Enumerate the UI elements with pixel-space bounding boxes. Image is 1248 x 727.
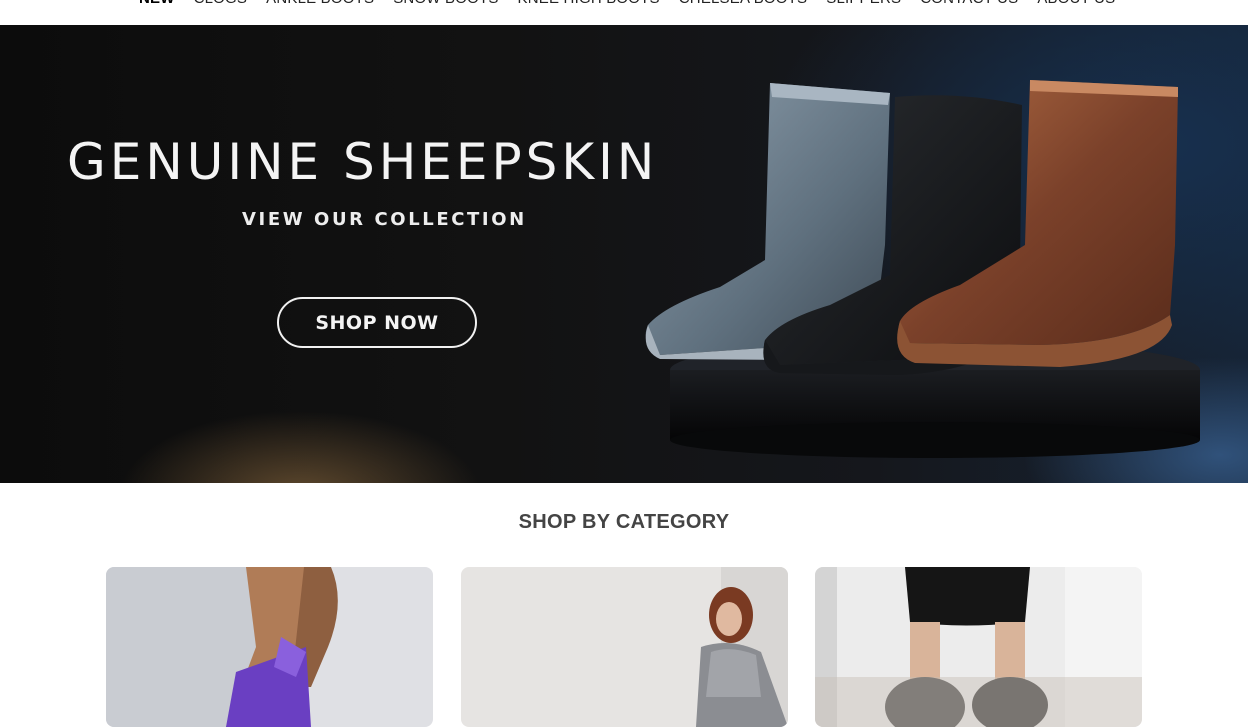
main-nav: NEW CLOGS ANKLE BOOTS SNOW BOOTS KNEE HI… bbox=[0, 0, 1248, 25]
woman-seated-image bbox=[461, 567, 788, 727]
fur-boot-image bbox=[815, 567, 1142, 727]
category-card-3[interactable] bbox=[815, 567, 1142, 727]
nav-item-chelsea-boots[interactable]: CHELSEA BOOTS bbox=[679, 0, 807, 8]
nav-list: NEW CLOGS ANKLE BOOTS SNOW BOOTS KNEE HI… bbox=[139, 0, 1115, 8]
purple-boot-image bbox=[106, 567, 433, 727]
nav-item-clogs[interactable]: CLOGS bbox=[194, 0, 248, 8]
category-cards bbox=[0, 567, 1248, 727]
nav-item-ankle-boots[interactable]: ANKLE BOOTS bbox=[266, 0, 374, 8]
hero-subtitle[interactable]: VIEW OUR COLLECTION bbox=[242, 209, 527, 230]
section-title: SHOP BY CATEGORY bbox=[518, 511, 730, 533]
hero-title: GENUINE SHEEPSKIN bbox=[67, 133, 659, 191]
category-card-1[interactable] bbox=[106, 567, 433, 727]
shop-now-button[interactable]: SHOP NOW bbox=[277, 297, 477, 348]
nav-item-about-us[interactable]: ABOUT US bbox=[1037, 0, 1115, 8]
nav-item-contact-us[interactable]: CONTACT US bbox=[920, 0, 1018, 8]
hero-banner[interactable]: GENUINE SHEEPSKIN VIEW OUR COLLECTION SH… bbox=[0, 25, 1248, 483]
nav-item-snow-boots[interactable]: SNOW BOOTS bbox=[393, 0, 498, 8]
sheepskin-boots-image bbox=[645, 80, 1200, 458]
category-card-2[interactable] bbox=[461, 567, 788, 727]
nav-item-slippers[interactable]: SLIPPERS bbox=[826, 0, 901, 8]
nav-item-new[interactable]: NEW bbox=[139, 0, 175, 8]
nav-item-knee-high-boots[interactable]: KNEE HIGH BOOTS bbox=[518, 0, 660, 8]
